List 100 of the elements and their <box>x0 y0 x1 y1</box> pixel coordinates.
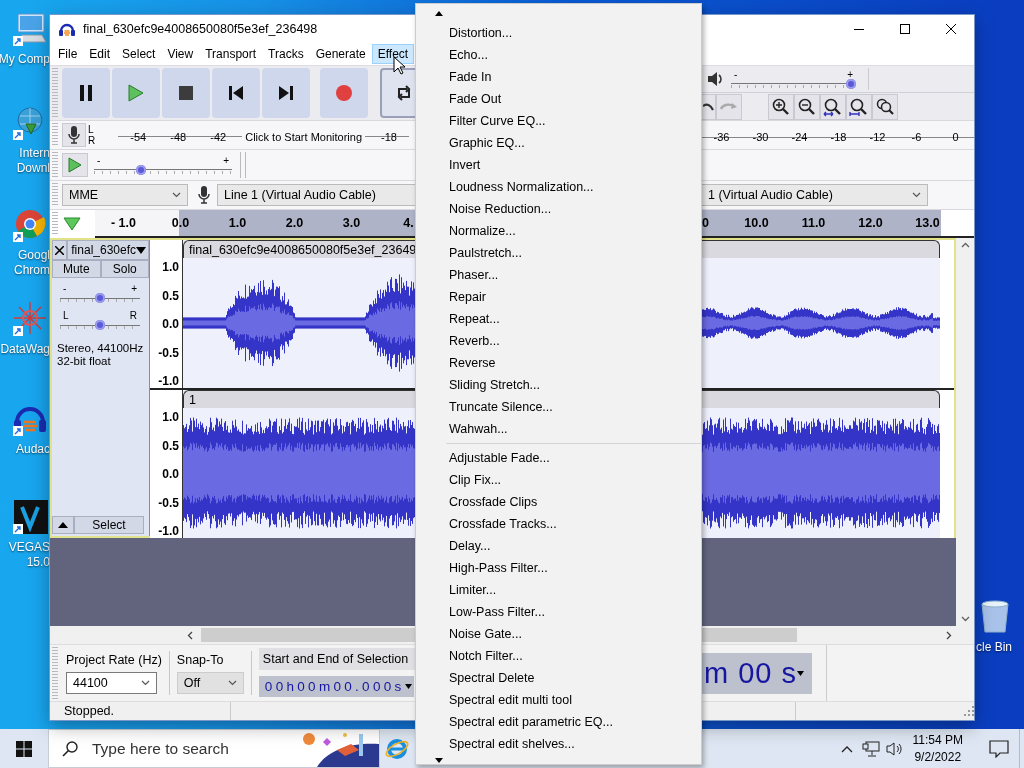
menu-bar-item[interactable]: Tracks <box>262 44 310 64</box>
slider-thumb[interactable] <box>95 293 105 303</box>
resize-grip-icon[interactable] <box>964 706 974 716</box>
project-rate-dropdown[interactable]: 44100 <box>66 672 157 694</box>
menu-item[interactable]: Spectral edit multi tool <box>416 689 701 711</box>
chevron-down-icon <box>172 192 181 198</box>
menu-item[interactable]: Fade Out <box>416 88 701 110</box>
menu-item[interactable]: Spectral edit shelves... <box>416 733 701 755</box>
menu-item[interactable]: Spectral edit parametric EQ... <box>416 711 701 733</box>
slider-thumb[interactable] <box>846 78 856 89</box>
search-box[interactable]: Type here to search <box>48 729 380 768</box>
fit-project-button[interactable] <box>846 93 872 120</box>
menu-item[interactable]: Noise Gate... <box>416 623 701 645</box>
menu-bar-item[interactable]: Edit <box>83 44 117 64</box>
menu-item[interactable]: Paulstretch... <box>416 242 701 264</box>
vertical-scrollbar[interactable] <box>956 238 974 626</box>
scroll-thumb[interactable] <box>201 628 415 642</box>
timeline-label: - 1.0 <box>110 216 137 230</box>
toolbar-grip[interactable] <box>52 123 58 147</box>
menu-bar-item[interactable]: Transport <box>199 44 263 64</box>
timeline-ruler[interactable]: - 1.0 0.0 1.0 2.0 3.0 4. <box>95 210 415 238</box>
toolbar-grip[interactable] <box>52 152 58 178</box>
menu-item[interactable]: Loudness Normalization... <box>416 176 701 198</box>
track-close-button[interactable] <box>52 240 68 260</box>
skip-to-start-button[interactable] <box>212 68 260 118</box>
search-input-field[interactable]: Type here to search <box>90 738 297 759</box>
notification-icon <box>989 739 1009 758</box>
toolbar-grip[interactable] <box>52 68 58 118</box>
pause-button[interactable] <box>62 68 110 118</box>
app-logo-icon[interactable] <box>12 498 50 536</box>
slider-thumb[interactable] <box>136 164 147 175</box>
menu-item[interactable]: Sliding Stretch... <box>416 374 701 396</box>
menu-item[interactable]: Clip Fix... <box>416 469 701 491</box>
menu-item[interactable]: Filter Curve EQ... <box>416 110 701 132</box>
clock-button[interactable]: 11:54 PM 9/2/2022 <box>906 729 969 768</box>
zoom-in-button[interactable] <box>768 93 794 120</box>
timeline-ruler[interactable]: 0 10.0 11.0 12.0 13.0 <box>702 210 974 238</box>
record-meter-button[interactable] <box>62 123 86 147</box>
menu-item[interactable]: Phaser... <box>416 264 701 286</box>
solo-button[interactable]: Solo <box>100 260 149 278</box>
menu-item[interactable]: Repeat... <box>416 308 701 330</box>
zoom-out-button[interactable] <box>794 93 820 120</box>
fit-selection-button[interactable] <box>820 93 846 120</box>
mute-button[interactable]: Mute <box>52 260 101 278</box>
menu-bar-item[interactable]: Generate <box>309 44 372 64</box>
menu-item[interactable]: Fade In <box>416 66 701 88</box>
menu-bar-item[interactable]: Select <box>116 44 162 64</box>
desktop-icon-label: VEGAS 15.0 <box>8 540 50 570</box>
menu-item[interactable]: Normalize... <box>416 220 701 242</box>
zoom-toggle-button[interactable] <box>872 93 898 120</box>
menu-item[interactable]: Limiter... <box>416 579 701 601</box>
menu-item[interactable]: Crossfade Clips <box>416 491 701 513</box>
amplitude-label: 1.0 <box>162 260 179 274</box>
skip-to-end-button[interactable] <box>262 68 310 118</box>
menu-item[interactable]: Notch Filter... <box>416 645 701 667</box>
amplitude-label: -1.0 <box>158 374 179 388</box>
selection-start-time[interactable]: 00h00m00.000s <box>258 676 414 697</box>
menu-item[interactable]: High-Pass Filter... <box>416 557 701 579</box>
menu-item[interactable]: Spectral Delete <box>416 667 701 689</box>
track-name-menu[interactable]: final_630efc <box>67 240 149 260</box>
toolbar-grip[interactable] <box>52 183 58 207</box>
snap-to-dropdown[interactable]: Off <box>176 672 244 694</box>
host-dropdown[interactable]: MME <box>62 184 188 206</box>
record-button[interactable] <box>320 68 368 118</box>
slider-thumb[interactable] <box>95 320 105 330</box>
menu-item[interactable]: Delay... <box>416 535 701 557</box>
undo-button[interactable] <box>702 93 716 120</box>
menu-scroll-down-icon[interactable] <box>435 757 443 763</box>
menu-item[interactable]: Distortion... <box>416 22 701 44</box>
toolbar-grip[interactable] <box>52 647 58 699</box>
close-icon <box>55 245 65 255</box>
menu-item[interactable]: Crossfade Tracks... <box>416 513 701 535</box>
menu-item[interactable]: Graphic EQ... <box>416 132 701 154</box>
menu-item[interactable]: Low-Pass Filter... <box>416 601 701 623</box>
computer-icon[interactable] <box>12 10 50 48</box>
loop-button[interactable] <box>380 68 415 118</box>
menu-item[interactable]: Noise Reduction... <box>416 198 701 220</box>
menu-bar-item[interactable]: File <box>52 44 84 64</box>
menu-item[interactable]: Repair <box>416 286 701 308</box>
menu-item[interactable]: Reverse <box>416 352 701 374</box>
recording-device-dropdown[interactable]: Line 1 (Virtual Audio Cable) <box>217 184 415 206</box>
toolbar-grip[interactable] <box>52 212 58 236</box>
desktop-icon-label: DataWag <box>0 342 50 357</box>
audacity-icon <box>58 21 76 37</box>
menu-item[interactable]: Truncate Silence... <box>416 396 701 418</box>
menu-item[interactable]: Wahwah... <box>416 418 701 440</box>
audio-position-time[interactable]: m 00 s <box>702 653 812 694</box>
menu-item[interactable]: Echo... <box>416 44 701 66</box>
menu-item[interactable]: Invert <box>416 154 701 176</box>
stop-button[interactable] <box>162 68 210 118</box>
select-track-button[interactable]: Select <box>74 516 144 534</box>
menu-item[interactable]: Adjustable Fade... <box>416 447 701 469</box>
scroll-thumb[interactable] <box>702 628 797 642</box>
play-at-speed-button[interactable] <box>62 153 88 177</box>
menu-item[interactable]: Reverb... <box>416 330 701 352</box>
collapse-button[interactable] <box>52 516 74 534</box>
playback-device-dropdown[interactable]: 1 (Virtual Audio Cable) <box>702 184 928 206</box>
undo-icon <box>703 102 714 111</box>
zoom-out-icon <box>797 96 817 117</box>
menu-bar-item[interactable]: View <box>161 44 200 64</box>
